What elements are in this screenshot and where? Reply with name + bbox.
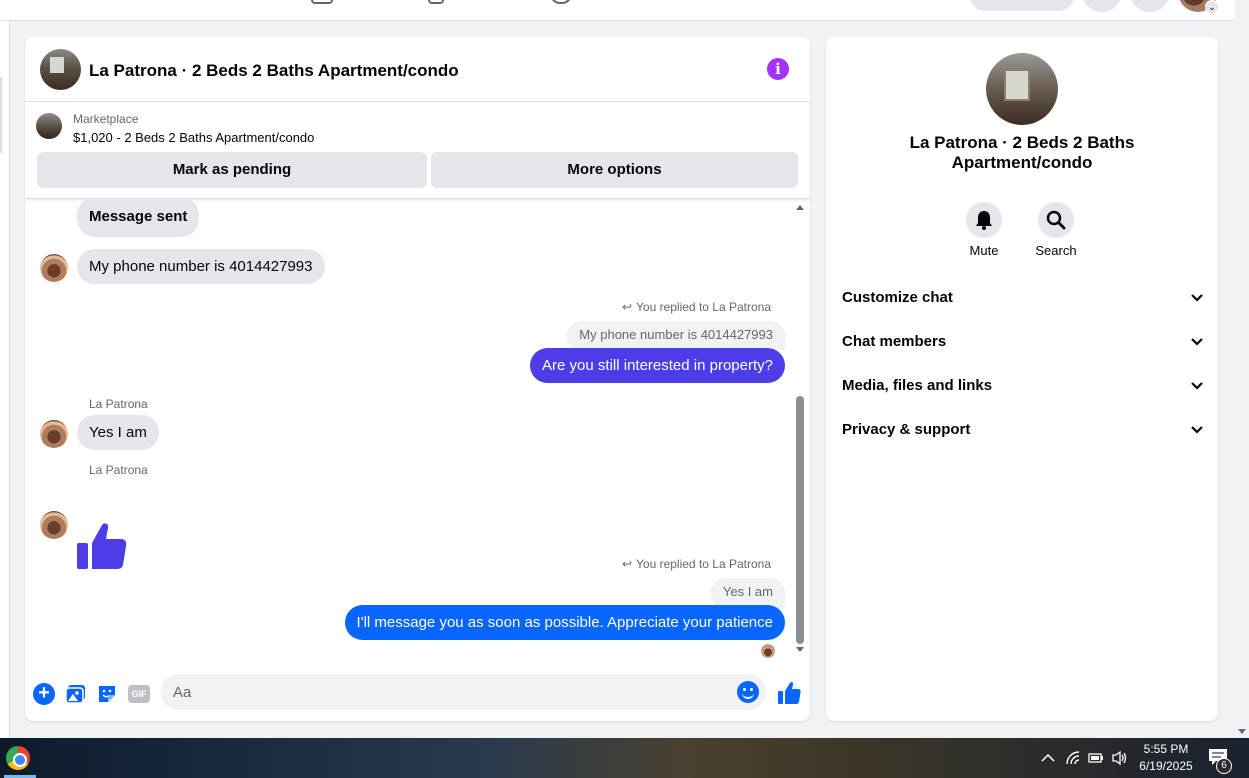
scrollbar-thumb[interactable]: [796, 396, 804, 644]
sender-name: La Patrona: [89, 397, 148, 411]
more-options-button[interactable]: More options: [431, 152, 798, 188]
quoted-message[interactable]: Yes I am: [710, 578, 785, 608]
chevron-down-icon: [1191, 426, 1203, 434]
message-bubble-incoming[interactable]: Message sent: [77, 200, 200, 237]
contact-avatar[interactable]: [40, 254, 68, 282]
chat-members-row[interactable]: Chat members: [842, 327, 1204, 357]
menu-grid-icon[interactable]: [1082, 0, 1122, 12]
customize-chat-row[interactable]: Customize chat: [842, 283, 1204, 313]
mark-as-pending-button[interactable]: Mark as pending: [37, 152, 427, 188]
network-icon[interactable]: [1065, 750, 1081, 766]
message-list: Message sent My phone number is 40144279…: [25, 200, 810, 660]
row-label: Chat members: [842, 333, 947, 350]
top-navigation-bar: ⌄: [0, 0, 1235, 21]
sidebar-divider: [0, 77, 2, 153]
info-panel-title: La Patrona · 2 Beds 2 Baths Apartment/co…: [909, 133, 1135, 172]
row-label: Customize chat: [842, 289, 953, 306]
chat-header: La Patrona · 2 Beds 2 Baths Apartment/co…: [25, 37, 810, 102]
chevron-down-icon: [1191, 382, 1203, 390]
listing-avatar-large[interactable]: [986, 53, 1058, 125]
chevron-down-icon: [1191, 294, 1203, 302]
marketplace-banner: Marketplace $1,020 - 2 Beds 2 Baths Apar…: [25, 103, 810, 199]
search-action[interactable]: Search: [1026, 202, 1086, 258]
chevron-up-icon[interactable]: [1041, 752, 1055, 764]
clock-date: 6/19/2025: [1139, 759, 1193, 773]
seen-receipt-avatar: [761, 644, 775, 658]
search-label: Search: [1035, 243, 1077, 258]
left-sidebar-edge: [0, 21, 10, 738]
windows-taskbar: 5:55 PM 6/19/2025 6: [0, 738, 1249, 778]
message-input-wrapper: [161, 674, 766, 710]
message-bubble-incoming[interactable]: My phone number is 4014427993: [77, 249, 325, 284]
notification-count-badge: 6: [1216, 758, 1232, 774]
contact-avatar[interactable]: [40, 420, 68, 448]
message-composer: + GIF: [25, 673, 810, 721]
volume-icon[interactable]: [1111, 750, 1129, 766]
reply-arrow-icon: ↩: [621, 300, 632, 314]
media-files-links-row[interactable]: Media, files and links: [842, 371, 1204, 401]
messenger-icon[interactable]: [1130, 0, 1170, 12]
reply-indicator: ↩ You replied to La Patrona: [622, 300, 771, 314]
scroll-down-arrow-icon[interactable]: [796, 647, 804, 652]
chrome-icon[interactable]: [6, 746, 30, 770]
bell-glyph: [976, 211, 992, 230]
sticker-icon[interactable]: [96, 683, 118, 705]
gaming-nav-icon[interactable]: [550, 0, 572, 4]
gif-icon[interactable]: GIF: [128, 685, 150, 703]
marketplace-nav-icon[interactable]: [311, 0, 333, 4]
marketplace-label: Marketplace: [73, 112, 139, 126]
chat-info-panel: La Patrona · 2 Beds 2 Baths Apartment/co…: [826, 37, 1218, 721]
magnifier-glyph: [1046, 210, 1066, 230]
reply-indicator-text: You replied to La Patrona: [636, 557, 771, 571]
like-thumbs-up-icon[interactable]: [777, 681, 801, 705]
system-clock[interactable]: 5:55 PM 6/19/2025: [1136, 741, 1196, 775]
groups-nav-icon[interactable]: [428, 0, 444, 4]
scroll-down-arrow-icon[interactable]: [1238, 729, 1246, 734]
bell-icon[interactable]: [966, 202, 1002, 238]
clock-time: 5:55 PM: [1143, 742, 1189, 756]
battery-icon[interactable]: [1088, 751, 1104, 765]
reply-indicator: ↩ You replied to La Patrona: [622, 557, 771, 571]
photo-icon[interactable]: [65, 683, 87, 705]
message-input[interactable]: [173, 674, 713, 710]
reply-indicator-text: You replied to La Patrona: [636, 300, 771, 314]
window-scrollbar[interactable]: [1235, 21, 1249, 738]
listing-thumbnail[interactable]: [36, 113, 62, 139]
row-label: Privacy & support: [842, 421, 971, 438]
listing-avatar[interactable]: [40, 49, 81, 90]
chat-panel: La Patrona · 2 Beds 2 Baths Apartment/co…: [25, 37, 810, 721]
quoted-message[interactable]: My phone number is 4014427993: [567, 321, 785, 351]
plus-icon[interactable]: +: [33, 683, 55, 705]
reply-arrow-icon: ↩: [621, 557, 632, 571]
account-chevron-down-icon[interactable]: ⌄: [1205, 0, 1219, 14]
emoji-icon[interactable]: [737, 681, 759, 703]
row-label: Media, files and links: [842, 377, 993, 394]
search-icon[interactable]: [1038, 202, 1074, 238]
thumbs-up-sticker-icon[interactable]: [77, 521, 127, 571]
messages-scrollbar[interactable]: [793, 200, 807, 660]
mute-action[interactable]: Mute: [954, 202, 1014, 258]
mute-label: Mute: [969, 243, 999, 258]
search-pill[interactable]: [970, 0, 1074, 11]
message-bubble-outgoing[interactable]: I'll message you as soon as possible. Ap…: [344, 605, 785, 640]
listing-price-title[interactable]: $1,020 - 2 Beds 2 Baths Apartment/condo: [73, 130, 314, 145]
chevron-down-icon: [1191, 338, 1203, 346]
message-bubble-outgoing[interactable]: Are you still interested in property?: [530, 348, 785, 383]
info-icon[interactable]: i: [767, 58, 789, 80]
scroll-up-arrow-icon[interactable]: [796, 205, 804, 210]
chat-title[interactable]: La Patrona · 2 Beds 2 Baths Apartment/co…: [89, 61, 459, 81]
contact-avatar[interactable]: [40, 511, 68, 539]
message-bubble-incoming[interactable]: Yes I am: [77, 415, 159, 450]
sender-name: La Patrona: [89, 463, 148, 477]
privacy-support-row[interactable]: Privacy & support: [842, 415, 1204, 445]
